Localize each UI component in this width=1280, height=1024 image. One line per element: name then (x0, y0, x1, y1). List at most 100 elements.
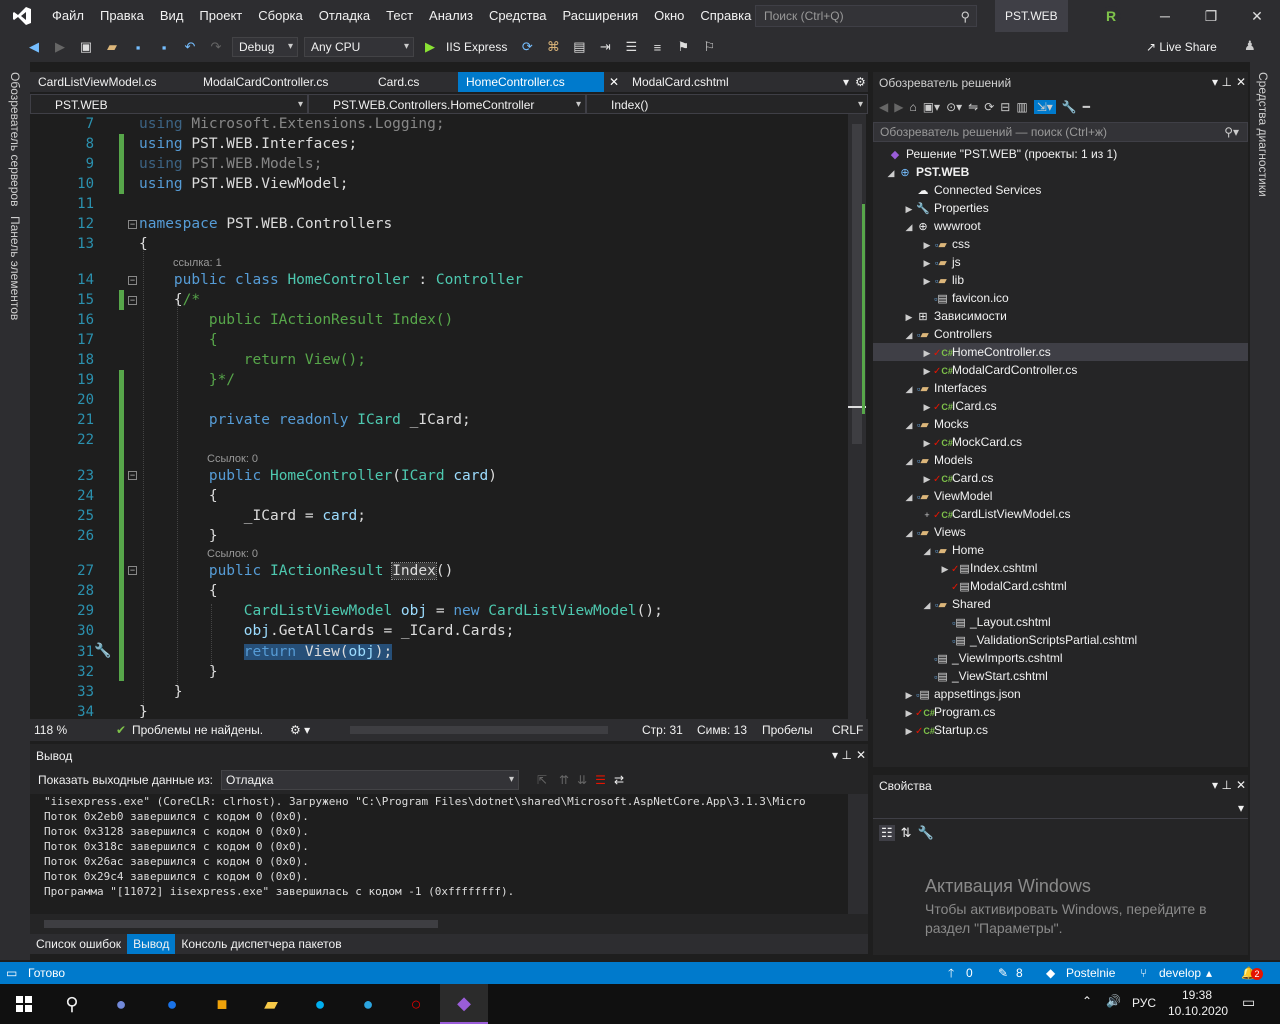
repository-name[interactable]: Postelnie (1066, 962, 1115, 984)
solution-tree-node[interactable]: ▶ ✓C#ICard.cs (873, 397, 1248, 415)
save-icon[interactable]: ▪ (128, 36, 148, 58)
editor-horizontal-scrollbar[interactable] (350, 726, 608, 734)
solution-tree-node[interactable]: ▫▤ favicon.ico (873, 289, 1248, 307)
expand-arrow-icon[interactable]: ▶ (903, 722, 915, 740)
panel-menu-icon[interactable]: ▾ (832, 748, 838, 762)
next-message-icon[interactable]: ⇊ (577, 773, 587, 787)
tab-error-list[interactable]: Список ошибок (30, 934, 127, 954)
expand-arrow-icon[interactable]: + (921, 506, 933, 524)
fold-toggle-icon[interactable]: − (128, 296, 137, 305)
expand-arrow-icon[interactable]: ▶ (921, 344, 933, 362)
toolbox-icon[interactable]: ▤ (569, 36, 589, 58)
discord-icon[interactable]: ● (97, 984, 145, 1024)
expand-arrow-icon[interactable]: ◢ (903, 218, 915, 236)
zoom-select[interactable]: 118 % (34, 719, 67, 741)
solution-tree-node[interactable]: ◢ ▫▰ Interfaces (873, 379, 1248, 397)
menu-file[interactable]: Файл (44, 0, 92, 32)
pin-icon[interactable]: ⊥ (1222, 778, 1232, 792)
solution-tree-node[interactable]: ▶ ▫▰ css (873, 235, 1248, 253)
diagnostics-tab[interactable]: Средства диагностики (1256, 72, 1270, 197)
indent-icon[interactable]: ☰ (621, 36, 641, 58)
clock-date[interactable]: 10.10.2020 (1168, 1004, 1228, 1018)
expand-arrow-icon[interactable]: ▶ (921, 434, 933, 452)
prev-message-icon[interactable]: ⇈ (559, 773, 569, 787)
expand-arrow-icon[interactable]: ▶ (921, 362, 933, 380)
configuration-select[interactable]: Debug (232, 37, 298, 57)
telegram-icon[interactable]: ● (344, 984, 392, 1024)
fold-toggle-icon[interactable]: − (128, 276, 137, 285)
refresh-icon[interactable]: ⟳ (984, 100, 994, 114)
comment-icon[interactable]: ≡ (647, 36, 667, 58)
solution-tree-node[interactable]: ◢ ▫▰ Controllers (873, 325, 1248, 343)
solution-tree-node[interactable]: ◢ ⊕ wwwroot (873, 217, 1248, 235)
solution-tree-node[interactable]: ◆ Решение "PST.WEB" (проекты: 1 из 1) (873, 145, 1248, 163)
close-window-icon[interactable]: ✕ (1234, 0, 1280, 32)
sublime-icon[interactable]: ■ (198, 984, 246, 1024)
speaker-icon[interactable]: 🔊 (1106, 994, 1121, 1008)
word-wrap-icon[interactable]: ⇄ (614, 773, 624, 787)
categorized-icon[interactable]: ☷ (879, 825, 895, 841)
menu-test[interactable]: Тест (378, 0, 421, 32)
solution-tree-node[interactable]: ✓▤ModalCard.cshtml (873, 577, 1248, 595)
solution-tree-node[interactable]: ◢ ▫▰ ViewModel (873, 487, 1248, 505)
menu-edit[interactable]: Правка (92, 0, 152, 32)
project-select[interactable]: PST.WEB (30, 94, 308, 115)
run-target-label[interactable]: IIS Express (446, 40, 507, 54)
tab-card[interactable]: Card.cs (370, 72, 458, 92)
output-text[interactable]: "iisexpress.exe" (CoreCLR: clrhost). Заг… (30, 794, 848, 914)
menu-tools[interactable]: Средства (481, 0, 555, 32)
expand-arrow-icon[interactable]: ▶ (903, 704, 915, 722)
member-select[interactable]: Index() (586, 94, 868, 115)
codelens-references[interactable]: Ссылок: 0 (207, 548, 258, 560)
solution-tree-node[interactable]: ◢ ▫▰ Models (873, 451, 1248, 469)
solution-tree-node[interactable]: ▫▤ _ViewImports.cshtml (873, 649, 1248, 667)
maps-icon[interactable]: ● (148, 984, 196, 1024)
expand-arrow-icon[interactable]: ◢ (921, 596, 933, 614)
menu-extensions[interactable]: Расширения (555, 0, 647, 32)
show-all-files-icon[interactable]: ▥ (1016, 100, 1027, 114)
switch-views-icon[interactable]: ▣▾ (923, 100, 940, 114)
branch-name[interactable]: develop (1159, 962, 1201, 984)
back-icon[interactable]: ◀ (24, 36, 44, 58)
solution-tree-node[interactable]: ▶ ▫▰ js (873, 253, 1248, 271)
opera-icon[interactable]: ○ (392, 984, 440, 1024)
collapse-icon[interactable]: ━ (1083, 100, 1090, 114)
menu-project[interactable]: Проект (191, 0, 250, 32)
go-to-error-icon[interactable]: ⇱ (537, 773, 547, 787)
codelens-references[interactable]: ссылка: 1 (173, 257, 222, 269)
pin-icon[interactable]: ⊥ (1222, 75, 1232, 89)
step-icon[interactable]: ⇥ (595, 36, 615, 58)
solution-tree-node[interactable]: ▶ ▫▤ appsettings.json (873, 685, 1248, 703)
tray-chevron-icon[interactable]: ⌃ (1082, 994, 1092, 1008)
changes-count[interactable]: 8 (1016, 962, 1023, 984)
expand-arrow-icon[interactable]: ◢ (903, 524, 915, 542)
expand-arrow-icon[interactable]: ▶ (921, 398, 933, 416)
sync-icon[interactable]: ⇋ (968, 100, 978, 114)
tab-cardlistviewmodel[interactable]: CardListViewModel.cs (30, 72, 195, 92)
new-project-icon[interactable]: ▣ (76, 36, 96, 58)
unpushed-count[interactable]: 0 (966, 962, 973, 984)
undo-icon[interactable]: ↶ (180, 36, 200, 58)
tab-homecontroller[interactable]: HomeController.cs (458, 72, 604, 92)
home-icon[interactable]: ⌂ (909, 100, 916, 114)
expand-arrow-icon[interactable]: ◢ (885, 164, 897, 182)
clock-time[interactable]: 19:38 (1182, 988, 1212, 1002)
expand-arrow-icon[interactable]: ◢ (903, 326, 915, 344)
user-avatar[interactable]: R (1101, 6, 1121, 26)
expand-arrow-icon[interactable]: ◢ (921, 542, 933, 560)
bookmark-prev-icon[interactable]: ⚐ (699, 36, 719, 58)
action-center-icon[interactable]: ▭ (1242, 994, 1255, 1011)
output-horizontal-scrollbar[interactable] (44, 920, 438, 928)
expand-arrow-icon[interactable]: ▶ (921, 254, 933, 272)
issues-label[interactable]: Проблемы не найдены. (132, 719, 263, 741)
solution-tree-node[interactable]: ▶ ⊞ Зависимости (873, 307, 1248, 325)
collapse-all-icon[interactable]: ⊟ (1000, 100, 1010, 114)
expand-arrow-icon[interactable]: ▶ (903, 308, 915, 326)
expand-arrow-icon[interactable]: ▶ (903, 686, 915, 704)
whitespace-indicator[interactable]: Пробелы (762, 719, 813, 741)
solution-tree-node[interactable]: ▶ ✓C#ModalCardController.cs (873, 361, 1248, 379)
solution-tree-node[interactable]: ◢ ▫▰ Mocks (873, 415, 1248, 433)
pending-changes-icon[interactable]: ⊙▾ (946, 100, 962, 114)
expand-arrow-icon[interactable]: ▶ (921, 470, 933, 488)
solution-tree-node[interactable]: ▶ 🔧 Properties (873, 199, 1248, 217)
